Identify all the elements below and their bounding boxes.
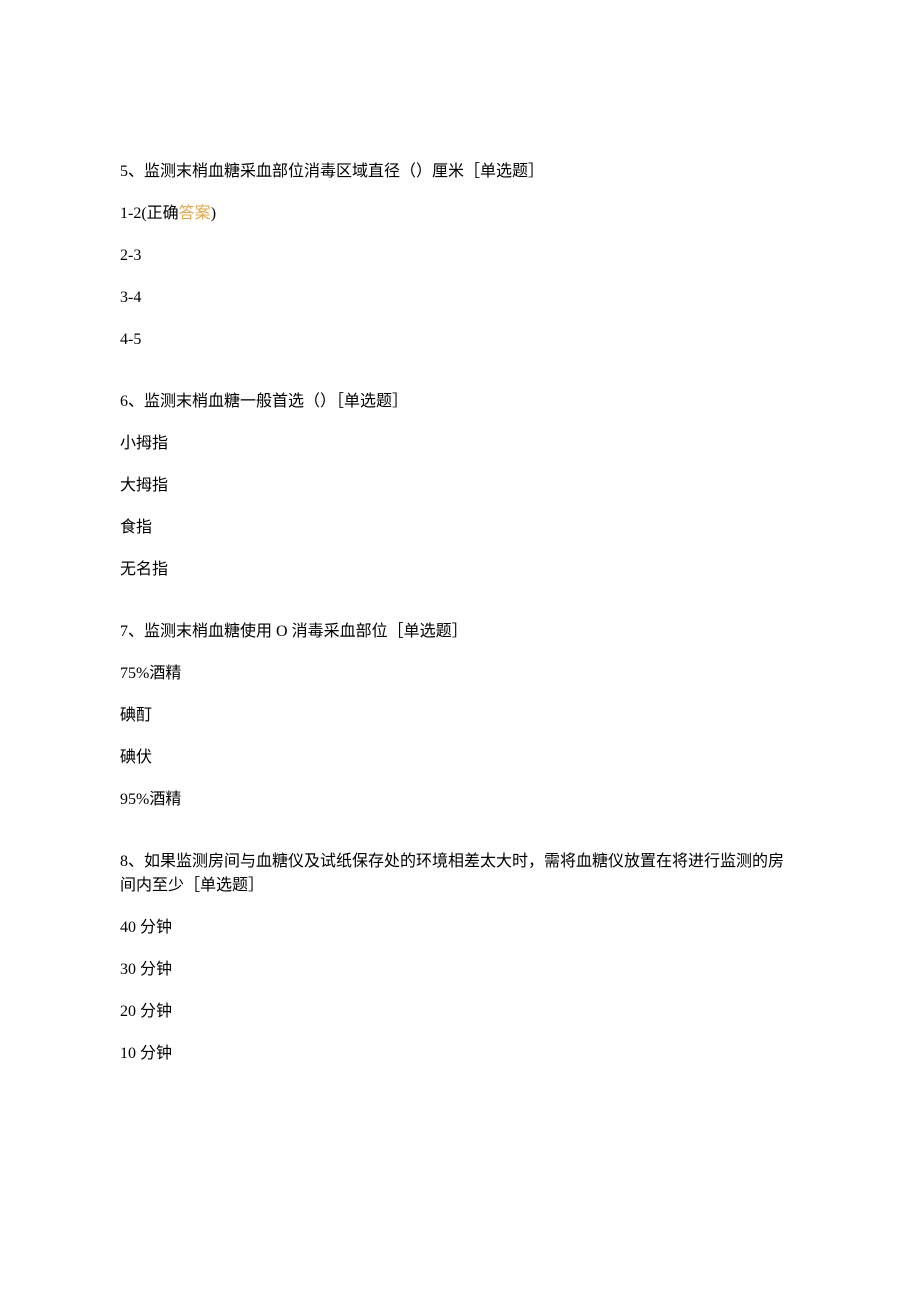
question-number: 8、 xyxy=(120,853,144,870)
question-text: 6、监测末梢血糖一般首选（）［单选题］ xyxy=(120,390,800,414)
question-text: 8、如果监测房间与血糖仪及试纸保存处的环境相差太大时，需将血糖仪放置在将进行监测… xyxy=(120,850,800,898)
question-stem-pre: 监测末梢血糖使用 xyxy=(144,623,272,640)
option-cn: 碘酊 xyxy=(120,707,152,724)
question-block: 8、如果监测房间与血糖仪及试纸保存处的环境相差太大时，需将血糖仪放置在将进行监测… xyxy=(120,850,800,1066)
question-stem: 监测末梢血糖采血部位消毒区域直径（）厘米［单选题］ xyxy=(144,163,544,180)
option-latin: 2-3 xyxy=(120,247,141,264)
option-suffix: ) xyxy=(211,205,216,222)
option-cn: 分钟 xyxy=(140,1003,172,1020)
question-stem: 如果监测房间与血糖仪及试纸保存处的环境相差太大时，需将血糖仪放置在将进行监测的房… xyxy=(120,853,784,894)
option-latin: 95% xyxy=(120,791,149,808)
option-latin: 1-2( xyxy=(120,205,147,222)
option: 30 分钟 xyxy=(120,958,800,982)
option-cn: 分钟 xyxy=(140,1045,172,1062)
question-block: 7、监测末梢血糖使用 O 消毒采血部位［单选题］ 75%酒精 碘酊 碘伏 95%… xyxy=(120,620,800,812)
option-latin: 75% xyxy=(120,665,149,682)
option-latin: 4-5 xyxy=(120,331,141,348)
option-cn: 大拇指 xyxy=(120,477,168,494)
question-text: 7、监测末梢血糖使用 O 消毒采血部位［单选题］ xyxy=(120,620,800,644)
option: 大拇指 xyxy=(120,474,800,498)
option-latin: 30 xyxy=(120,961,140,978)
option: 1-2(正确答案) xyxy=(120,202,800,226)
option-cn: 无名指 xyxy=(120,561,168,578)
option-latin: 40 xyxy=(120,919,140,936)
question-stem-mid: O xyxy=(272,623,292,640)
option-cn: 碘伏 xyxy=(120,749,152,766)
option: 75%酒精 xyxy=(120,662,800,686)
question-number: 5、 xyxy=(120,163,144,180)
option: 小拇指 xyxy=(120,432,800,456)
option: 无名指 xyxy=(120,558,800,582)
option-cn: 酒精 xyxy=(149,665,181,682)
option: 食指 xyxy=(120,516,800,540)
question-number: 6、 xyxy=(120,393,144,410)
option: 3-4 xyxy=(120,286,800,310)
question-stem-post: 消毒采血部位［单选题］ xyxy=(292,623,468,640)
option-latin: 3-4 xyxy=(120,289,141,306)
option: 95%酒精 xyxy=(120,788,800,812)
question-block: 6、监测末梢血糖一般首选（）［单选题］ 小拇指 大拇指 食指 无名指 xyxy=(120,390,800,582)
question-number: 7、 xyxy=(120,623,144,640)
page-container: 5、监测末梢血糖采血部位消毒区域直径（）厘米［单选题］ 1-2(正确答案) 2-… xyxy=(0,0,920,1301)
option: 40 分钟 xyxy=(120,916,800,940)
option: 碘伏 xyxy=(120,746,800,770)
answer-label: 答案 xyxy=(179,205,211,222)
option: 10 分钟 xyxy=(120,1042,800,1066)
option-cn: 分钟 xyxy=(140,961,172,978)
option-cn: 正确 xyxy=(147,205,179,222)
option-cn: 分钟 xyxy=(140,919,172,936)
option-cn: 食指 xyxy=(120,519,152,536)
option: 2-3 xyxy=(120,244,800,268)
option-latin: 10 xyxy=(120,1045,140,1062)
option-latin: 20 xyxy=(120,1003,140,1020)
option: 碘酊 xyxy=(120,704,800,728)
question-text: 5、监测末梢血糖采血部位消毒区域直径（）厘米［单选题］ xyxy=(120,160,800,184)
option: 20 分钟 xyxy=(120,1000,800,1024)
question-block: 5、监测末梢血糖采血部位消毒区域直径（）厘米［单选题］ 1-2(正确答案) 2-… xyxy=(120,160,800,352)
option-cn: 小拇指 xyxy=(120,435,168,452)
option: 4-5 xyxy=(120,328,800,352)
option-cn: 酒精 xyxy=(149,791,181,808)
question-stem: 监测末梢血糖一般首选（）［单选题］ xyxy=(144,393,408,410)
